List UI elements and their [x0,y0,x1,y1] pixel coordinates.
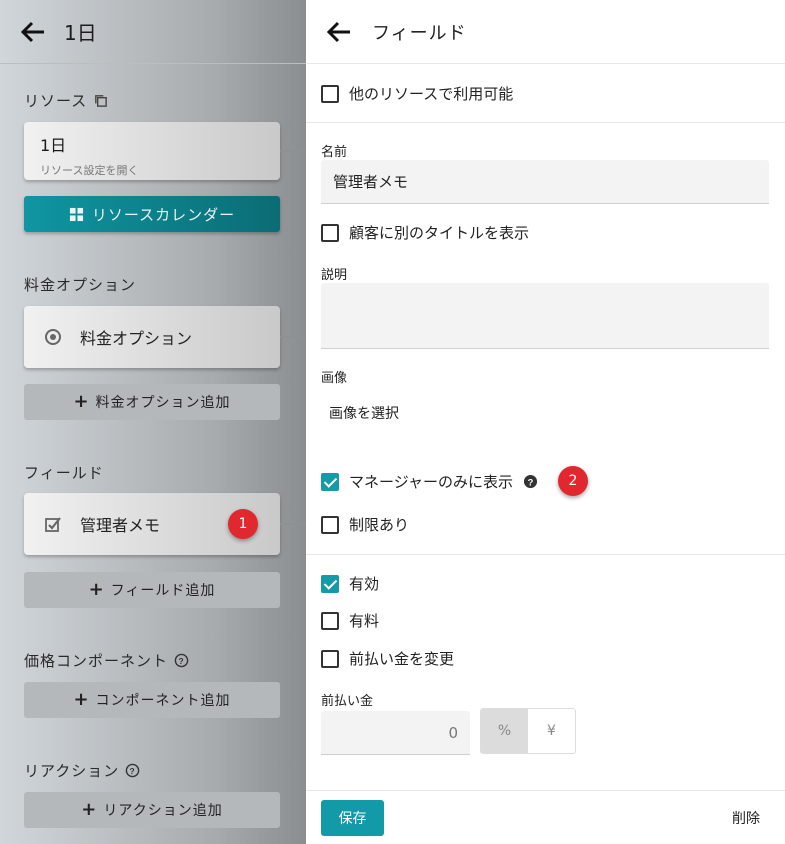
checkbox-box[interactable] [321,574,339,593]
back-arrow-icon[interactable] [326,21,352,43]
deposit-input[interactable]: 0 [321,711,470,755]
checkbox-box[interactable] [321,611,339,630]
image-label: 画像 [321,371,348,386]
add-field-button[interactable]: + フィールド追加 [24,572,280,608]
resource-panel: 1日 リソース 1日 リソース設定を開く リソースカレンダー 料金オプション 料… [0,0,306,844]
checkbox-box[interactable] [321,84,339,103]
unit-percent-button[interactable]: % [481,709,528,753]
plus-icon: + [73,390,90,412]
deposit-unit-toggle: % ¥ [480,708,576,754]
checkbox-box[interactable] [321,649,339,668]
enabled-checkbox[interactable]: 有効 [321,573,379,594]
field-editor-panel: フィールド 他のリソースで利用可能 名前 管理者メモ 顧客に別のタイトルを表示 … [306,0,785,844]
paid-checkbox[interactable]: 有料 [321,610,379,631]
restricted-checkbox[interactable]: 制限あり [321,514,409,535]
plus-icon: + [81,798,98,820]
manager-only-checkbox[interactable]: マネージャーのみに表示 ? [321,471,538,492]
checkbox-box[interactable] [321,472,339,491]
other-resources-checkbox[interactable]: 他のリソースで利用可能 [321,83,513,104]
svg-text:?: ? [528,477,534,487]
svg-text:?: ? [178,656,184,666]
plus-icon: + [88,578,105,600]
step-badge-1: 1 [228,509,258,539]
add-price-option-button[interactable]: + 料金オプション追加 [24,384,280,420]
unit-yen-button[interactable]: ¥ [528,709,575,753]
description-textarea[interactable] [321,283,769,349]
delete-button[interactable]: 削除 [732,808,760,828]
add-component-button[interactable]: + コンポーネント追加 [24,682,280,718]
checkbox-box[interactable] [321,515,339,534]
resource-section-label: リソース [24,90,108,111]
copy-icon[interactable] [93,93,108,108]
connector-line [280,336,306,338]
svg-text:?: ? [130,766,136,776]
name-label: 名前 [321,145,348,160]
resource-calendar-button[interactable]: リソースカレンダー [24,196,280,232]
add-reaction-button[interactable]: + リアクション追加 [24,792,280,828]
checkbox-box[interactable] [321,223,339,242]
price-options-label: 料金オプション [24,276,137,294]
price-component-label: 価格コンポーネント ? [24,650,189,671]
resource-card[interactable]: 1日 リソース設定を開く [24,122,280,180]
name-input[interactable]: 管理者メモ [321,160,769,204]
radio-target-icon [45,329,61,345]
field-card[interactable]: 管理者メモ 1 [24,493,280,555]
description-label: 説明 [321,268,348,283]
resource-card-title: 1日 [40,136,67,155]
checkbox-checked-icon [45,517,61,532]
resource-card-subtitle: リソース設定を開く [40,164,139,177]
divider [306,122,785,123]
image-select-button[interactable]: 画像を選択 [329,403,399,423]
price-option-card[interactable]: 料金オプション [24,306,280,368]
change-deposit-checkbox[interactable]: 前払い金を変更 [321,648,454,669]
divider [306,554,785,555]
fields-label: フィールド [24,464,104,482]
help-icon[interactable]: ? [174,653,189,668]
connector-line [280,150,306,152]
right-title: フィールド [372,22,467,44]
divider [306,790,785,791]
connector-line [280,523,306,525]
step-badge-2: 2 [558,466,588,496]
reaction-label: リアクション ? [24,760,140,781]
right-header: フィールド [306,0,785,64]
help-icon[interactable]: ? [523,474,538,489]
plus-icon: + [73,688,90,710]
help-icon[interactable]: ? [125,763,140,778]
customer-title-checkbox[interactable]: 顧客に別のタイトルを表示 [321,222,529,243]
back-arrow-icon[interactable] [20,21,46,43]
deposit-label: 前払い金 [321,694,374,709]
grid-icon [69,207,83,221]
left-header: 1日 [0,0,306,64]
save-button[interactable]: 保存 [321,800,384,836]
left-title: 1日 [64,21,97,45]
